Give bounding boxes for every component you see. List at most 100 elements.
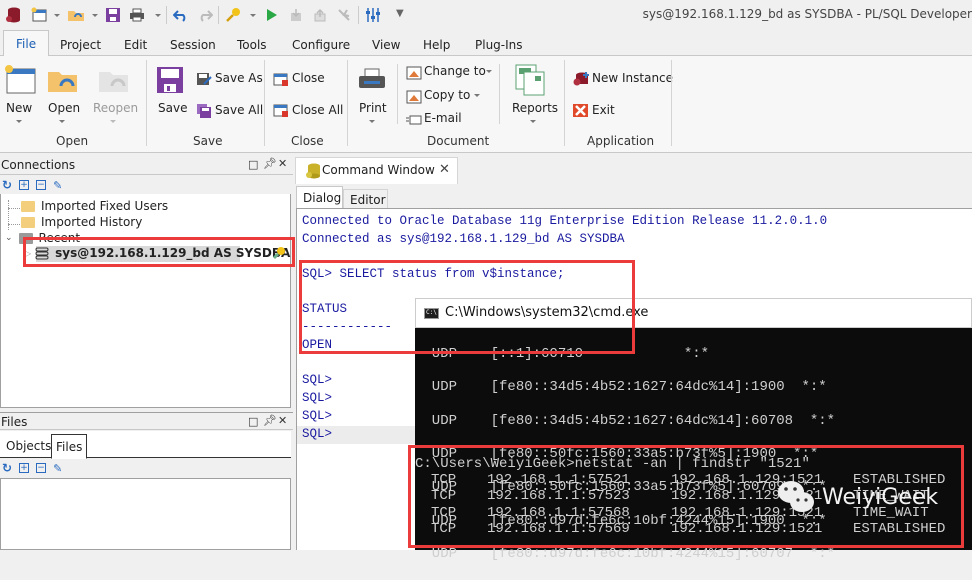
new-button[interactable] xyxy=(4,64,36,97)
tab-configure[interactable]: Configure xyxy=(292,38,350,52)
exit-icon xyxy=(573,104,589,121)
database-icon[interactable] xyxy=(4,6,22,24)
open-label[interactable]: Open xyxy=(48,101,80,115)
customize-icon[interactable] xyxy=(364,6,382,24)
close-tab-icon[interactable]: ✕ xyxy=(439,162,450,177)
chevron-right-icon[interactable]: ▷ xyxy=(25,249,31,258)
subtab-editor[interactable]: Editor xyxy=(343,189,388,209)
save-as-button[interactable]: Save As xyxy=(215,71,263,85)
expand-icon[interactable]: + xyxy=(19,180,30,190)
group-close-label: Close xyxy=(291,134,324,148)
new-window-icon xyxy=(5,65,36,94)
tab-plug-ins[interactable]: Plug-Ins xyxy=(475,38,523,52)
cmd-prompt: C:\Users\WeiyiGeek>netstat -an | findstr… xyxy=(415,456,810,472)
redo-icon[interactable] xyxy=(196,6,214,24)
tab-help[interactable]: Help xyxy=(423,38,450,52)
output-line: SQL> SELECT status from v$instance; xyxy=(302,267,565,281)
reopen-label[interactable]: Reopen xyxy=(93,101,138,115)
pin-icon[interactable]: 📌︎ xyxy=(263,414,277,427)
connections-toolbar: ↻ + − ✎ xyxy=(0,176,291,194)
connect-icon[interactable]: ✎ xyxy=(53,462,62,475)
output-line: Connected as sys@192.168.1.129_bd AS SYS… xyxy=(302,232,625,246)
print-button[interactable]: Print xyxy=(359,101,387,115)
change-to-icon xyxy=(406,66,422,83)
save-as-icon xyxy=(196,72,212,89)
email-button[interactable]: E-mail xyxy=(424,111,462,125)
close-icon xyxy=(273,73,289,90)
copy-to-button[interactable]: Copy to xyxy=(424,88,470,102)
folder-icon xyxy=(18,232,33,244)
expand-icon[interactable]: + xyxy=(19,463,30,473)
window-title: sys@192.168.1.129_bd as SYSDBA - PL/SQL … xyxy=(642,7,972,21)
new-instance-button[interactable]: New Instance xyxy=(592,71,673,85)
close-panel-icon[interactable]: ✕ xyxy=(278,157,287,170)
tree-item-recent[interactable]: ⌄ Recent xyxy=(5,231,80,245)
float-icon[interactable]: □ xyxy=(248,415,258,428)
save-all-button[interactable]: Save All xyxy=(215,103,263,117)
close-button[interactable]: Close xyxy=(292,71,325,85)
watermark-text: WeiyiGeek xyxy=(822,484,939,510)
open-button[interactable] xyxy=(47,68,79,97)
collapse-icon[interactable]: − xyxy=(36,180,47,190)
output-line: SQL> xyxy=(302,409,333,423)
reopen-button[interactable] xyxy=(98,68,130,97)
save-button[interactable] xyxy=(156,66,184,97)
print-icon xyxy=(358,68,386,97)
files-list xyxy=(0,478,291,550)
folder-icon xyxy=(21,216,35,228)
float-icon[interactable]: □ xyxy=(248,158,258,171)
change-to-button[interactable]: Change to xyxy=(424,64,486,78)
save-icon xyxy=(157,67,183,93)
output-line-current: SQL> xyxy=(302,427,333,441)
tab-objects[interactable]: Objects xyxy=(6,439,51,453)
tab-command-window[interactable]: Command Window ✕ xyxy=(295,157,458,184)
save-all-icon xyxy=(196,103,212,122)
output-line: SQL> xyxy=(302,391,333,405)
save-label[interactable]: Save xyxy=(158,101,187,115)
tab-file[interactable]: File xyxy=(3,30,50,57)
save-icon[interactable] xyxy=(104,6,122,24)
files-toolbar: ↻ + − ✎ xyxy=(0,459,291,477)
reopen-folder-icon xyxy=(99,72,128,92)
break-icon[interactable] xyxy=(336,6,352,24)
collapse-icon[interactable]: − xyxy=(36,463,47,473)
refresh-icon[interactable]: ↻ xyxy=(2,461,12,475)
reports-button[interactable]: Reports xyxy=(512,101,558,115)
rollback-icon[interactable] xyxy=(312,6,328,24)
tree-item-imported-fixed-users[interactable]: Imported Fixed Users xyxy=(21,199,168,213)
tab-view[interactable]: View xyxy=(372,38,400,52)
tab-project[interactable]: Project xyxy=(60,38,101,52)
exit-button[interactable]: Exit xyxy=(592,103,615,117)
key-icon[interactable] xyxy=(224,6,242,24)
qat-overflow-icon[interactable]: ▼ xyxy=(396,8,404,19)
new-label[interactable]: New xyxy=(6,101,32,115)
database-icon xyxy=(35,247,49,259)
tab-session[interactable]: Session xyxy=(170,38,216,52)
cmd-title: C:\Windows\system32\cmd.exe xyxy=(445,305,649,320)
cmd-title-bar[interactable]: C:\ C:\Windows\system32\cmd.exe xyxy=(415,298,972,328)
files-panel-header: Files □ 📌︎ ✕ xyxy=(0,412,293,430)
tree-item-sys-connection[interactable]: ▷ sys@192.168.1.129_bd AS SYSDBA xyxy=(25,246,290,260)
undo-icon[interactable] xyxy=(172,6,190,24)
tab-edit[interactable]: Edit xyxy=(124,38,147,52)
print-icon[interactable] xyxy=(128,6,146,24)
connections-panel-header: Connections □ 📌︎ ✕ xyxy=(0,157,293,175)
refresh-icon[interactable]: ↻ xyxy=(2,178,12,192)
pin-icon[interactable]: 📌︎ xyxy=(263,157,277,170)
close-panel-icon[interactable]: ✕ xyxy=(278,414,287,427)
connect-icon[interactable]: ✎ xyxy=(53,179,62,192)
files-title: Files xyxy=(1,415,28,429)
chevron-down-icon[interactable]: ⌄ xyxy=(5,233,13,243)
subtab-dialog[interactable]: Dialog xyxy=(296,186,343,209)
run-icon[interactable] xyxy=(264,6,280,24)
close-all-button[interactable]: Close All xyxy=(292,103,343,117)
new-window-icon[interactable] xyxy=(30,6,48,24)
connections-title: Connections xyxy=(1,158,76,172)
tab-files[interactable]: Files xyxy=(51,434,88,459)
output-line: Connected to Oracle Database 11g Enterpr… xyxy=(302,214,828,228)
open-folder-icon[interactable] xyxy=(66,6,86,24)
tab-tools[interactable]: Tools xyxy=(237,38,267,52)
commit-icon[interactable] xyxy=(288,6,304,24)
output-line: SQL> xyxy=(302,373,333,387)
tree-item-imported-history[interactable]: Imported History xyxy=(21,215,142,229)
